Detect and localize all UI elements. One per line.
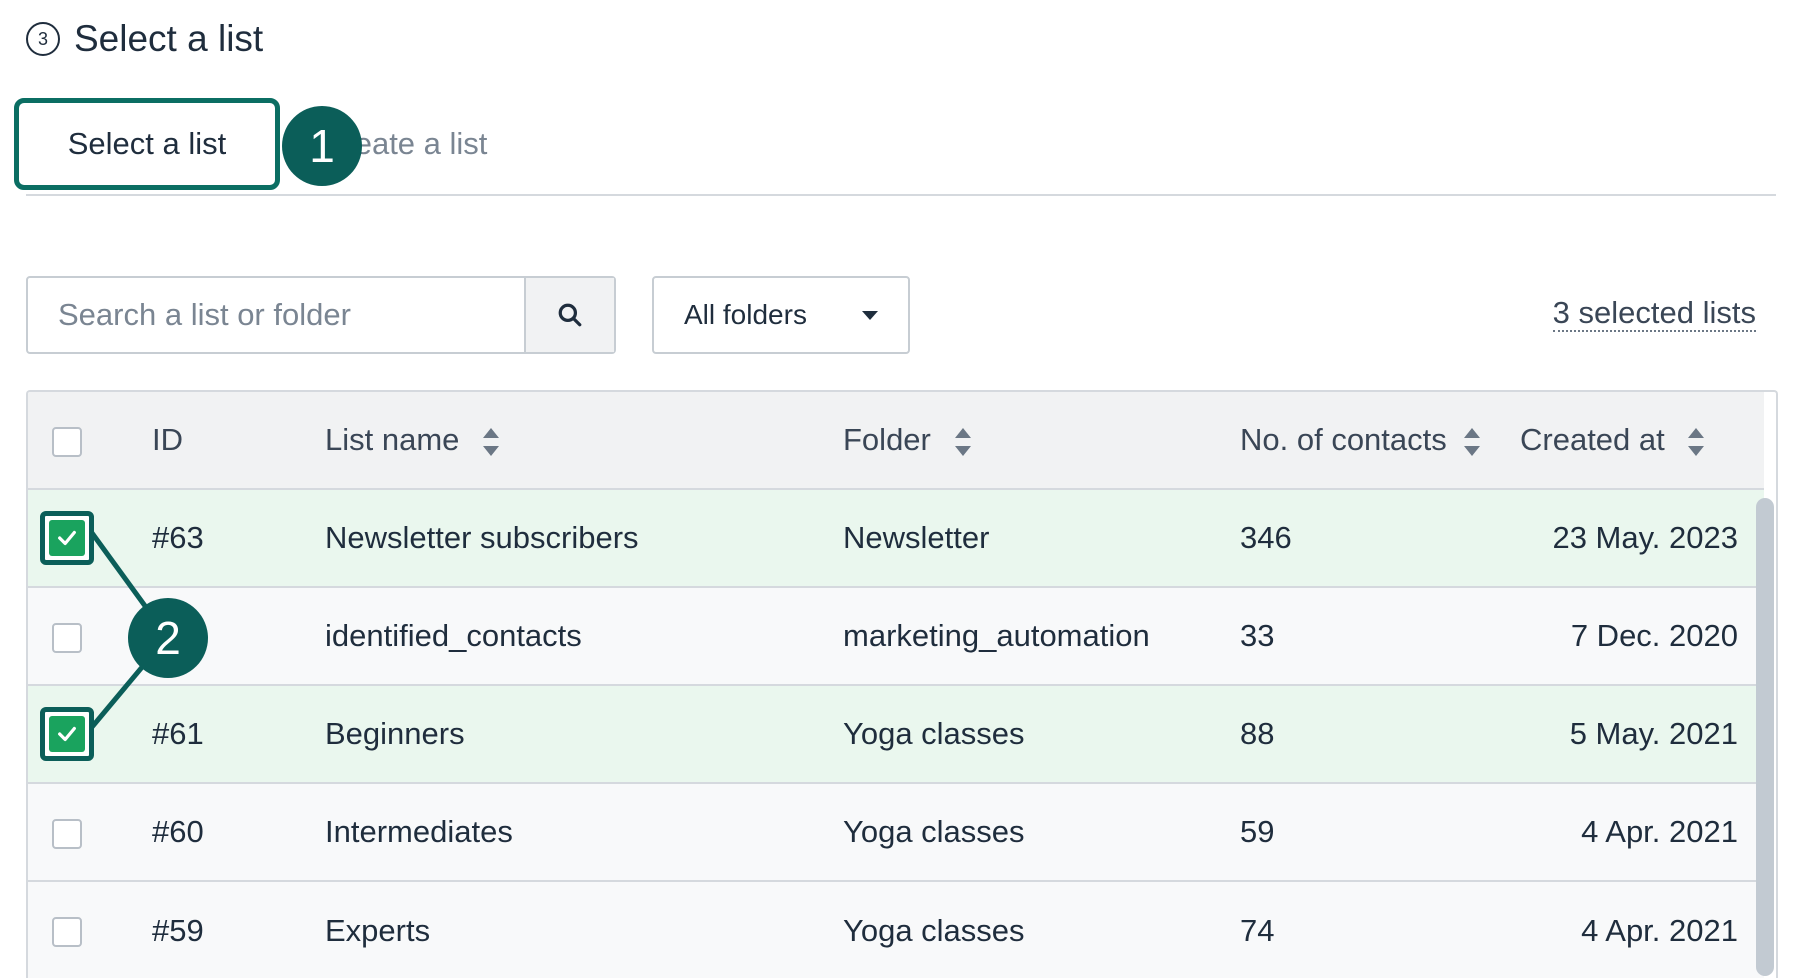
sort-icon[interactable] (1687, 426, 1705, 458)
cell-list-name: identified_contacts (325, 618, 582, 653)
cell-list-name: Beginners (325, 716, 465, 751)
callout-badge-2: 2 (128, 598, 208, 678)
search-button[interactable] (524, 278, 614, 352)
table-header-row: ID List name Folder No. of contacts Crea… (28, 392, 1764, 489)
cell-contacts: 59 (1240, 814, 1275, 849)
table-row[interactable]: identified_contacts marketing_automation… (28, 587, 1764, 685)
cell-id: #61 (152, 716, 204, 751)
selected-lists-link[interactable]: 3 selected lists (1552, 295, 1756, 333)
header-folder-label: Folder (843, 422, 931, 457)
cell-created-at: 4 Apr. 2021 (1581, 912, 1738, 948)
header-created-at[interactable]: Created at (1520, 392, 1764, 489)
callout-badge-1: 1 (282, 106, 362, 186)
cell-contacts: 33 (1240, 618, 1275, 653)
tab-select-list[interactable]: Select a list (14, 98, 280, 190)
cell-folder: Yoga classes (843, 814, 1025, 849)
sort-icon[interactable] (482, 426, 500, 458)
table-row[interactable]: #61 Beginners Yoga classes 88 5 May. 202… (28, 685, 1764, 783)
cell-created-at: 7 Dec. 2020 (1570, 618, 1738, 653)
cell-list-name: Intermediates (325, 814, 513, 849)
folder-filter-value: All folders (684, 299, 807, 330)
cell-id: #59 (152, 912, 204, 948)
header-id: ID (152, 422, 183, 457)
cell-id: #63 (152, 520, 204, 555)
step-title: Select a list (74, 18, 264, 59)
step-header: 3 Select a list (26, 18, 263, 60)
cell-created-at: 5 May. 2021 (1569, 716, 1738, 751)
cell-contacts: 88 (1240, 716, 1275, 751)
cell-id: #60 (152, 814, 204, 849)
row-checkbox[interactable] (52, 622, 82, 653)
cell-contacts: 74 (1240, 912, 1275, 948)
cell-list-name: Experts (325, 912, 431, 948)
search-icon (558, 303, 582, 327)
cell-contacts: 346 (1240, 520, 1292, 555)
table-row[interactable]: #60 Intermediates Yoga classes 59 4 Apr.… (28, 783, 1764, 881)
header-list-name[interactable]: List name (325, 392, 843, 489)
table-row[interactable]: #59 Experts Yoga classes 74 4 Apr. 2021 (28, 881, 1764, 978)
cell-created-at: 23 May. 2023 (1552, 520, 1738, 555)
header-contacts-label: No. of contacts (1240, 422, 1447, 457)
lists-table: ID List name Folder No. of contacts Crea… (26, 390, 1778, 978)
search-input[interactable] (28, 278, 524, 352)
checkmark-icon (58, 726, 76, 742)
cell-list-name: Newsletter subscribers (325, 520, 639, 555)
search-box (26, 276, 616, 354)
sort-icon[interactable] (1463, 426, 1481, 458)
table-scrollbar[interactable] (1756, 498, 1774, 976)
header-list-name-label: List name (325, 422, 460, 457)
cell-folder: marketing_automation (843, 618, 1150, 653)
sort-icon[interactable] (954, 426, 972, 458)
row-checkbox[interactable] (52, 818, 82, 849)
row-checkbox[interactable] (52, 917, 82, 948)
row-checkbox[interactable] (40, 511, 94, 565)
select-all-checkbox[interactable] (52, 426, 82, 457)
table-row[interactable]: #63 Newsletter subscribers Newsletter 34… (28, 489, 1764, 587)
step-number-icon: 3 (26, 22, 60, 56)
caret-down-icon (862, 310, 878, 320)
header-folder[interactable]: Folder (843, 392, 1240, 489)
row-checkbox[interactable] (40, 707, 94, 761)
cell-folder: Yoga classes (843, 716, 1025, 751)
cell-created-at: 4 Apr. 2021 (1581, 814, 1738, 849)
cell-folder: Newsletter (843, 520, 990, 555)
checkmark-icon (58, 530, 76, 546)
cell-folder: Yoga classes (843, 912, 1025, 948)
header-contacts[interactable]: No. of contacts (1240, 392, 1520, 489)
folder-filter-dropdown[interactable]: All folders (652, 276, 910, 354)
header-created-label: Created at (1520, 422, 1665, 457)
